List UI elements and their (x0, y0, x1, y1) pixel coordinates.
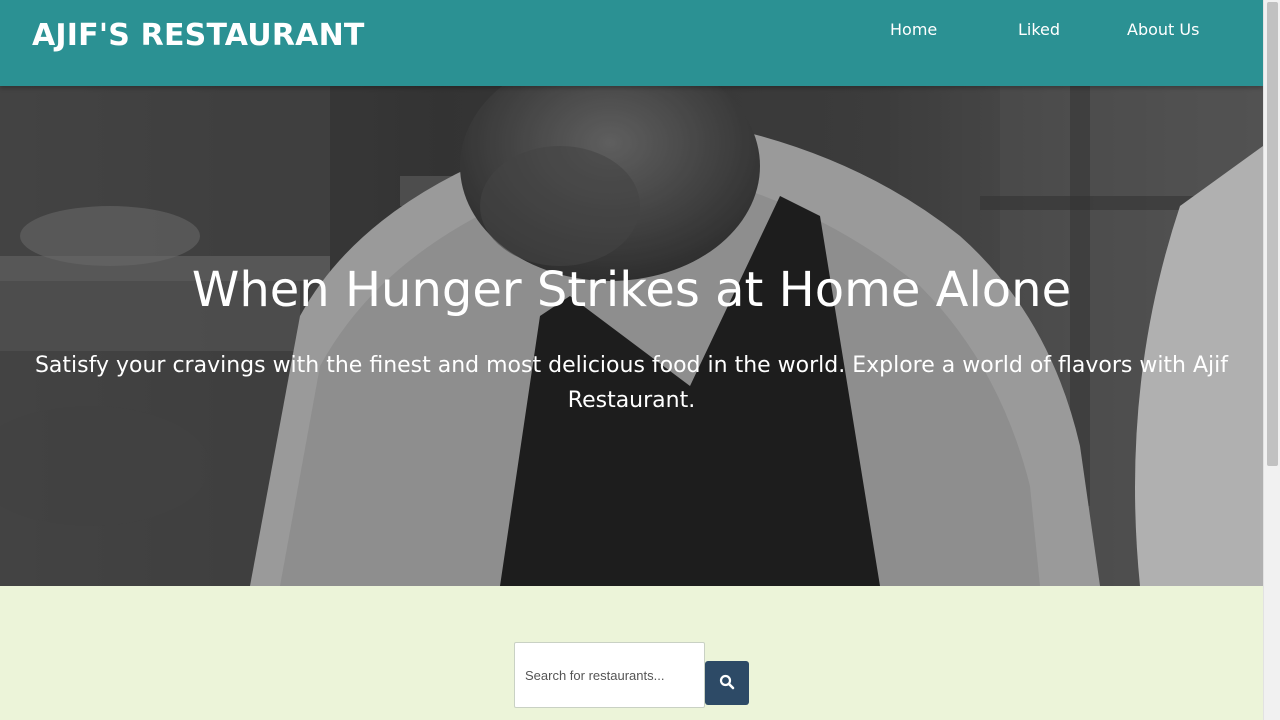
hero-title: When Hunger Strikes at Home Alone (191, 262, 1072, 318)
search-input[interactable] (514, 642, 705, 708)
brand-logo-text[interactable]: AJIF'S RESTAURANT (32, 18, 365, 53)
page: AJIF'S RESTAURANT Home Liked About Us Wh… (0, 0, 1280, 720)
nav-home-link[interactable]: Home (890, 18, 937, 41)
nav-liked-link[interactable]: Liked (1018, 18, 1060, 41)
hero-overlay (0, 86, 1263, 586)
site-header: AJIF'S RESTAURANT Home Liked About Us (0, 0, 1263, 86)
search-icon (719, 674, 735, 693)
nav-about-link[interactable]: About Us (1127, 18, 1199, 41)
page-scrollbar[interactable] (1263, 0, 1280, 720)
hero-subtitle: Satisfy your cravings with the finest an… (34, 353, 1229, 413)
hero-section: When Hunger Strikes at Home Alone Satisf… (0, 86, 1263, 586)
scrollbar-thumb[interactable] (1267, 2, 1278, 466)
search-button[interactable] (705, 661, 749, 705)
